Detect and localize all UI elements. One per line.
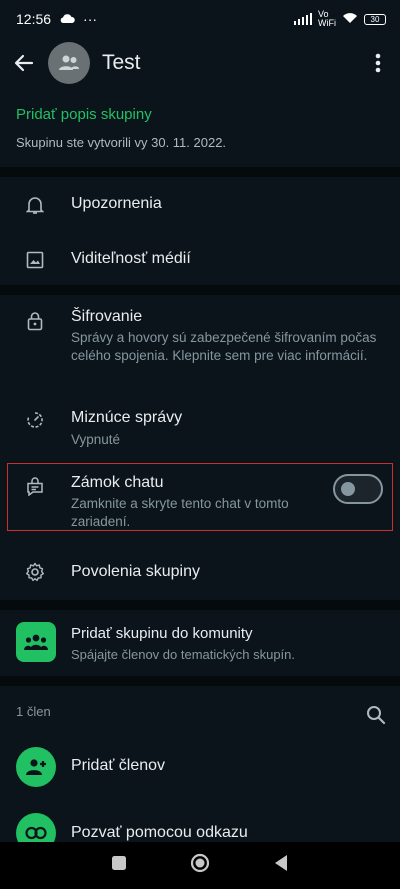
wifi-icon: [342, 12, 358, 26]
status-time: 12:56: [16, 11, 52, 27]
back-arrow-icon[interactable]: [4, 43, 44, 83]
section-divider: [0, 285, 400, 295]
system-navigation-bar: [0, 842, 400, 889]
chat-lock-description: Zamknite a skryte tento chat v tomto zar…: [71, 496, 289, 529]
add-members-row[interactable]: Pridať členov: [0, 742, 400, 794]
add-person-icon: [16, 747, 56, 787]
section-divider: [0, 676, 400, 686]
notifications-row[interactable]: Upozornenia: [0, 177, 400, 232]
description-section: Pridať popis skupiny Skupinu ste vytvori…: [0, 94, 400, 164]
add-to-community-description: Spájajte členov do tematických skupín.: [71, 647, 296, 662]
disappearing-messages-status: Vypnuté: [71, 432, 121, 447]
encryption-description: Správy a hovory sú zabezpečené šifrovaní…: [71, 330, 377, 363]
encryption-label: Šifrovanie: [71, 308, 143, 325]
search-icon[interactable]: [366, 705, 386, 725]
chat-lock-label: Zámok chatu: [71, 474, 164, 491]
bell-icon: [24, 194, 46, 216]
recents-button[interactable]: [111, 855, 127, 876]
invite-link-row[interactable]: Pozvať pomocou odkazu: [0, 808, 400, 842]
home-button[interactable]: [190, 853, 210, 878]
add-description-link[interactable]: Pridať popis skupiny: [16, 106, 384, 123]
disappearing-messages-label: Miznúce správy: [71, 409, 183, 426]
add-members-label: Pridať členov: [71, 757, 166, 774]
section-divider: [0, 600, 400, 610]
disappearing-messages-row[interactable]: Miznúce správy Vypnuté: [0, 398, 400, 460]
media-visibility-row[interactable]: Viditeľnosť médií: [0, 232, 400, 287]
members-count: 1 člen: [16, 704, 51, 719]
status-bar: 12:56 ··· Vo WiFi 30: [0, 0, 400, 38]
media-visibility-label: Viditeľnosť médií: [71, 250, 191, 267]
add-to-community-row[interactable]: Pridať skupinu do komunity Spájajte člen…: [0, 610, 400, 678]
community-icon: [16, 622, 56, 662]
section-divider: [0, 167, 400, 177]
chat-lock-toggle[interactable]: [333, 474, 383, 504]
back-button[interactable]: [273, 854, 289, 877]
app-bar: Test: [0, 38, 400, 88]
encryption-row[interactable]: Šifrovanie Správy a hovory sú zabezpečen…: [0, 295, 400, 395]
cloud-icon: [59, 11, 75, 27]
signal-icon: [293, 13, 312, 25]
group-avatar[interactable]: [48, 42, 90, 84]
add-to-community-label: Pridať skupinu do komunity: [71, 625, 253, 642]
link-icon: [16, 813, 56, 842]
invite-link-label: Pozvať pomocou odkazu: [71, 824, 248, 841]
gear-icon: [24, 561, 46, 583]
more-options-icon[interactable]: [368, 50, 388, 76]
vowifi-label: Vo WiFi: [318, 9, 336, 28]
toggle-knob: [341, 482, 355, 496]
notifications-label: Upozornenia: [71, 195, 162, 212]
lock-icon: [24, 310, 46, 332]
page-title[interactable]: Test: [102, 51, 141, 75]
timer-icon: [24, 409, 46, 431]
chat-lock-icon: [24, 475, 46, 497]
image-icon: [24, 249, 46, 271]
group-permissions-row[interactable]: Povolenia skupiny: [0, 544, 400, 599]
group-created-text: Skupinu ste vytvorili vy 30. 11. 2022.: [16, 135, 227, 150]
more-notifications-icon: ···: [83, 11, 98, 27]
battery-icon: 30: [364, 13, 386, 25]
group-permissions-label: Povolenia skupiny: [71, 563, 200, 580]
group-people-icon: [59, 55, 79, 70]
